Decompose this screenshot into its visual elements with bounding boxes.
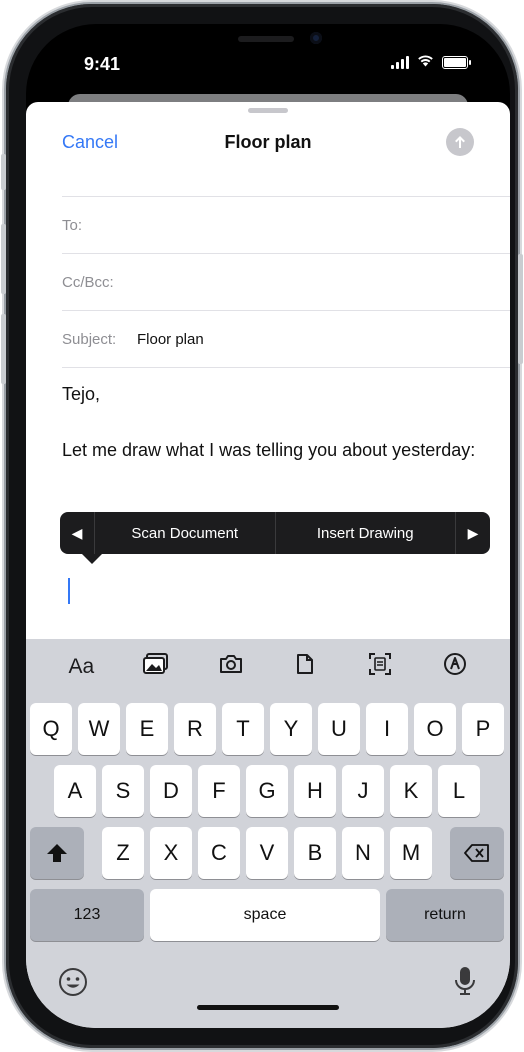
- edit-menu-popover: ◀ Scan Document Insert Drawing ▶: [60, 512, 490, 564]
- mute-switch: [1, 154, 6, 190]
- key[interactable]: Q: [30, 703, 72, 755]
- cellular-signal-icon: [391, 55, 409, 69]
- key[interactable]: Z: [102, 827, 144, 879]
- key[interactable]: A: [54, 765, 96, 817]
- photo-library-icon[interactable]: [136, 653, 176, 681]
- key[interactable]: G: [246, 765, 288, 817]
- compose-title: Floor plan: [224, 132, 312, 152]
- compose-navbar: Cancel Floor plan: [26, 114, 510, 170]
- key[interactable]: L: [438, 765, 480, 817]
- insert-drawing-menu-item[interactable]: Insert Drawing: [276, 525, 456, 542]
- cc-bcc-field[interactable]: Cc/Bcc:: [62, 253, 510, 311]
- key[interactable]: K: [390, 765, 432, 817]
- menu-previous-icon[interactable]: ◀: [60, 525, 94, 542]
- key[interactable]: O: [414, 703, 456, 755]
- key[interactable]: R: [174, 703, 216, 755]
- body-divider: [62, 367, 510, 369]
- return-key[interactable]: return: [386, 889, 504, 941]
- text-format-icon[interactable]: Aa: [61, 655, 101, 679]
- subject-value: Floor plan: [137, 331, 204, 348]
- markup-icon[interactable]: [435, 652, 475, 682]
- key[interactable]: Y: [270, 703, 312, 755]
- text-cursor: [68, 578, 70, 604]
- message-body[interactable]: Let me draw what I was telling you about…: [62, 438, 480, 462]
- subject-field[interactable]: Subject: Floor plan: [62, 310, 510, 368]
- phone-frame: 9:41 Cancel Floor plan To: Cc/Bcc: Subje…: [1, 4, 523, 1048]
- front-camera: [310, 32, 322, 44]
- sheet-grabber[interactable]: [248, 108, 288, 113]
- keyboard-toolbar: Aa: [26, 639, 510, 695]
- camera-icon[interactable]: [211, 654, 251, 680]
- compose-sheet: Cancel Floor plan To: Cc/Bcc: Subject: F…: [26, 102, 510, 1028]
- cc-bcc-label: Cc/Bcc:: [62, 274, 114, 291]
- status-time: 9:41: [84, 54, 121, 74]
- key[interactable]: D: [150, 765, 192, 817]
- key[interactable]: J: [342, 765, 384, 817]
- key[interactable]: I: [366, 703, 408, 755]
- message-greeting[interactable]: Tejo,: [62, 382, 480, 406]
- numbers-key[interactable]: 123: [30, 889, 144, 941]
- send-arrow-icon: [455, 136, 465, 148]
- delete-key[interactable]: [450, 827, 504, 879]
- notch: [158, 24, 378, 64]
- menu-next-icon[interactable]: ▶: [456, 525, 490, 542]
- key[interactable]: U: [318, 703, 360, 755]
- space-key[interactable]: space: [150, 889, 380, 941]
- key[interactable]: X: [150, 827, 192, 879]
- to-field[interactable]: To:: [62, 196, 510, 254]
- key[interactable]: M: [390, 827, 432, 879]
- key[interactable]: F: [198, 765, 240, 817]
- scan-icon[interactable]: [360, 653, 400, 681]
- send-button[interactable]: [446, 128, 474, 156]
- wifi-icon: [417, 54, 434, 70]
- earpiece-speaker: [238, 36, 294, 42]
- volume-up-button: [1, 224, 6, 294]
- key[interactable]: E: [126, 703, 168, 755]
- shift-key[interactable]: [30, 827, 84, 879]
- scan-document-menu-item[interactable]: Scan Document: [95, 525, 275, 542]
- status-icons: [391, 54, 471, 70]
- key[interactable]: H: [294, 765, 336, 817]
- volume-down-button: [1, 314, 6, 384]
- keyboard: Aa Q W E R T Y U I O P A S D F G H J K L…: [26, 639, 510, 1028]
- microphone-icon[interactable]: [454, 965, 476, 1002]
- key[interactable]: V: [246, 827, 288, 879]
- delete-backspace-icon: [464, 843, 489, 862]
- key[interactable]: S: [102, 765, 144, 817]
- emoji-icon[interactable]: [58, 967, 88, 1002]
- screen: 9:41 Cancel Floor plan To: Cc/Bcc: Subje…: [26, 24, 510, 1028]
- to-label: To:: [62, 217, 83, 234]
- key[interactable]: N: [342, 827, 384, 879]
- key[interactable]: C: [198, 827, 240, 879]
- key[interactable]: W: [78, 703, 120, 755]
- key[interactable]: P: [462, 703, 504, 755]
- file-icon[interactable]: [285, 653, 325, 681]
- keyboard-bottom-bar: [26, 949, 510, 1028]
- power-button: [518, 254, 523, 364]
- battery-icon: [442, 55, 471, 69]
- shift-arrow-icon: [47, 843, 67, 862]
- key[interactable]: T: [222, 703, 264, 755]
- home-indicator[interactable]: [197, 1005, 339, 1010]
- subject-label: Subject:: [62, 331, 117, 348]
- key[interactable]: B: [294, 827, 336, 879]
